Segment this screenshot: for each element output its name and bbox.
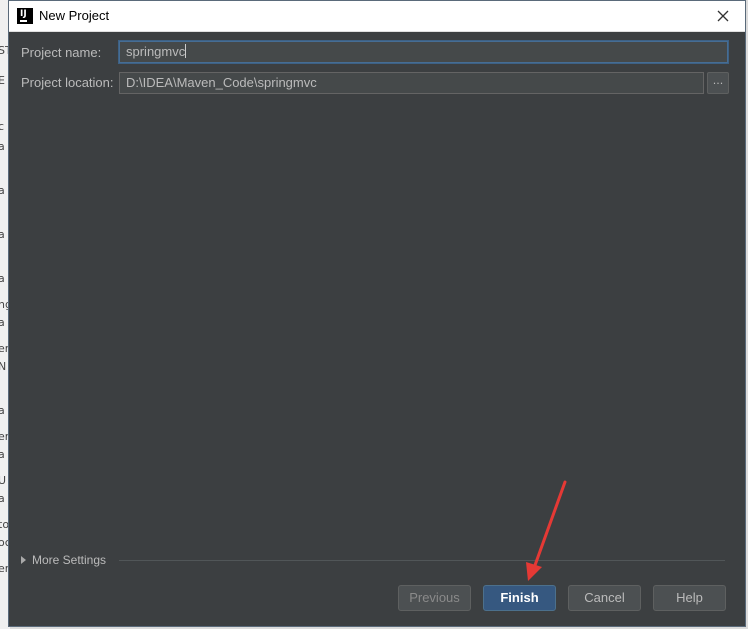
new-project-dialog: IJ New Project Project name: springmvc P… bbox=[8, 0, 746, 627]
background-text: c bbox=[0, 120, 5, 133]
background-text: a bbox=[0, 316, 5, 329]
project-location-value: D:\IDEA\Maven_Code\springmvc bbox=[126, 75, 317, 90]
browse-location-button[interactable]: ... bbox=[707, 72, 729, 94]
background-text: a bbox=[0, 184, 5, 197]
background-text: U bbox=[0, 474, 7, 487]
background-text: a bbox=[0, 140, 5, 153]
more-settings-divider bbox=[119, 560, 725, 561]
background-text: a bbox=[0, 448, 5, 461]
previous-button[interactable]: Previous bbox=[398, 585, 471, 611]
project-name-input[interactable]: springmvc bbox=[119, 41, 728, 63]
dialog-title: New Project bbox=[39, 8, 110, 23]
close-icon bbox=[717, 10, 729, 22]
expand-triangle-icon bbox=[21, 556, 26, 564]
text-caret bbox=[185, 44, 187, 58]
app-icon-glyph: IJ bbox=[20, 9, 27, 19]
title-bar[interactable]: IJ New Project bbox=[9, 1, 745, 32]
finish-button[interactable]: Finish bbox=[483, 585, 556, 611]
background-text: a bbox=[0, 492, 5, 505]
help-button[interactable]: Help bbox=[653, 585, 726, 611]
more-settings-toggle[interactable]: More Settings bbox=[21, 553, 106, 567]
background-text: a bbox=[0, 404, 5, 417]
background-text: a bbox=[0, 272, 5, 285]
close-button[interactable] bbox=[705, 3, 741, 29]
project-name-value: springmvc bbox=[126, 44, 186, 59]
intellij-app-icon: IJ bbox=[17, 8, 33, 24]
more-settings-label: More Settings bbox=[32, 553, 107, 567]
project-name-label: Project name: bbox=[21, 45, 102, 60]
background-text: a bbox=[0, 228, 5, 241]
background-text: E bbox=[0, 74, 5, 87]
cancel-button[interactable]: Cancel bbox=[568, 585, 641, 611]
background-text: N bbox=[0, 360, 7, 373]
project-location-label: Project location: bbox=[21, 75, 114, 90]
project-location-input[interactable]: D:\IDEA\Maven_Code\springmvc bbox=[119, 72, 704, 94]
